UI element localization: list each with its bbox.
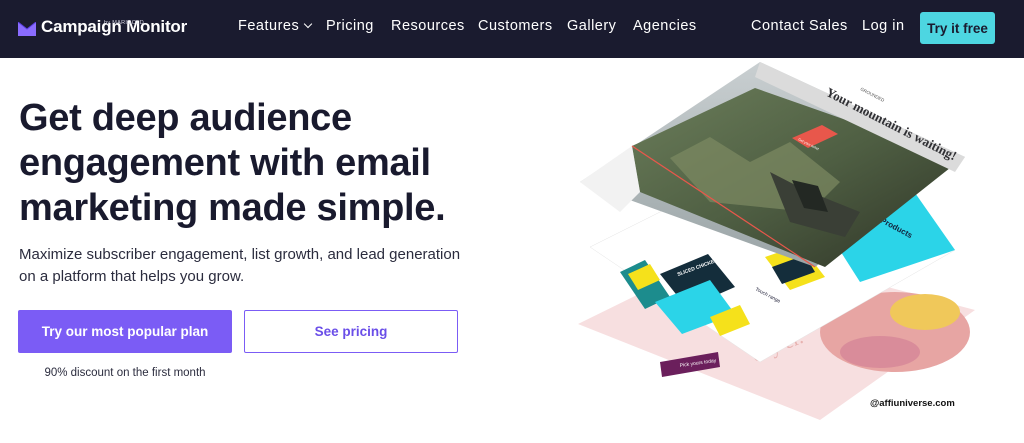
hero-subtitle: Maximize subscriber engagement, list gro…: [19, 246, 461, 285]
nav-resources[interactable]: Resources: [391, 18, 465, 34]
logo-envelope-icon: [18, 22, 36, 36]
see-pricing-button[interactable]: See pricing: [244, 310, 458, 353]
logo-subtext: by MARIGOLD: [104, 20, 144, 26]
chevron-down-icon: [303, 19, 313, 29]
logo[interactable]: Campaign Monitor: [18, 17, 187, 37]
nav-contact-sales[interactable]: Contact Sales: [751, 18, 848, 34]
try-popular-plan-button[interactable]: Try our most popular plan: [18, 310, 232, 353]
nav-agencies[interactable]: Agencies: [633, 18, 697, 34]
discount-note: 90% discount on the first month: [44, 367, 206, 379]
nav-pricing[interactable]: Pricing: [326, 18, 374, 34]
hero-title: Get deep audience engagement with email …: [19, 97, 446, 229]
top-navigation-bar: Campaign Monitor by MARIGOLD Features Pr…: [0, 0, 1024, 58]
nav-features-label: Features: [238, 18, 300, 34]
nav-log-in[interactable]: Log in: [862, 18, 905, 34]
nav-gallery[interactable]: Gallery: [567, 18, 616, 34]
watermark-text: @affiuniverse.com: [870, 398, 955, 409]
nav-customers[interactable]: Customers: [478, 18, 553, 34]
try-it-free-button[interactable]: Try it free: [920, 12, 995, 44]
nav-features[interactable]: Features: [238, 18, 313, 34]
email-templates-illustration: Pick yours today day er. Products SLICED…: [578, 62, 975, 420]
